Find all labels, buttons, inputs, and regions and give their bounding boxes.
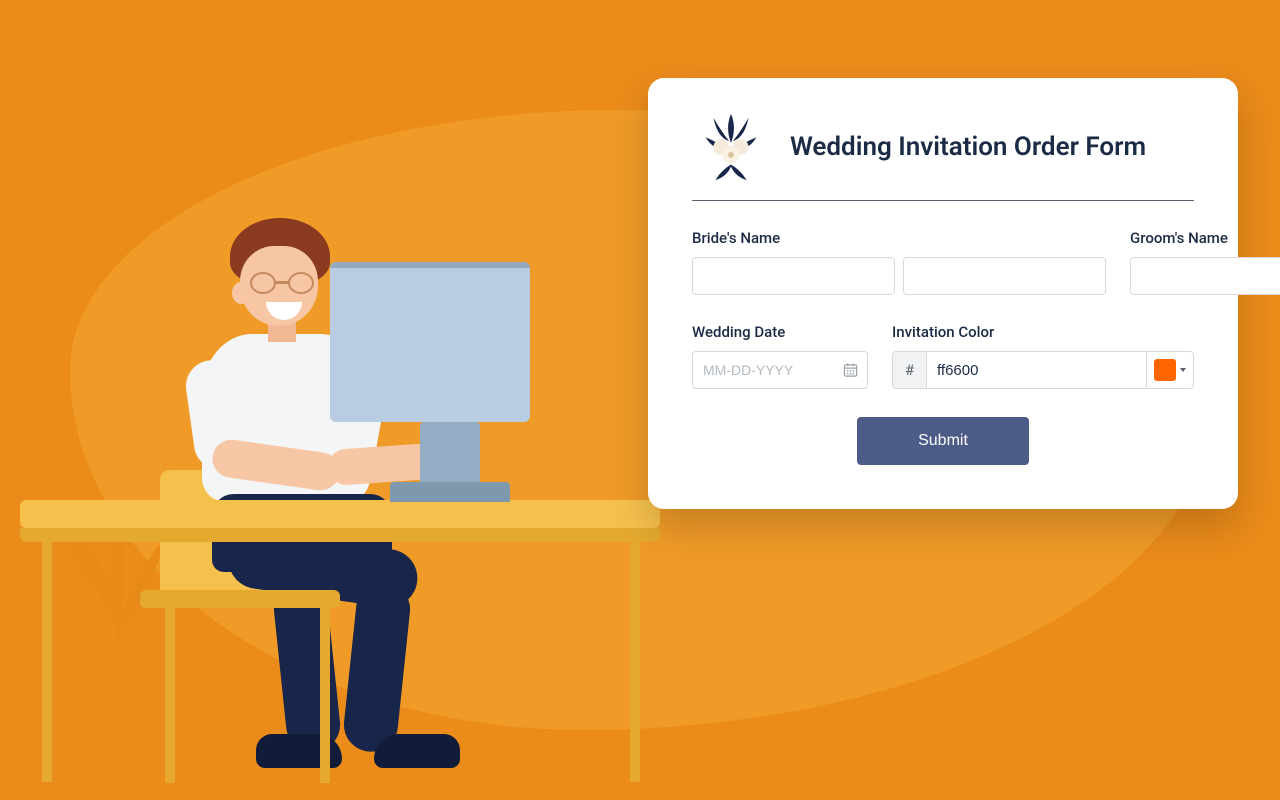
groom-name-label: Groom's Name	[1130, 229, 1280, 247]
bride-name-label: Bride's Name	[692, 229, 1106, 247]
color-picker-button[interactable]	[1146, 351, 1194, 389]
floral-icon	[692, 108, 770, 186]
color-swatch	[1154, 359, 1176, 381]
bride-last-name-input[interactable]	[903, 257, 1106, 295]
invitation-color-label: Invitation Color	[892, 323, 1194, 341]
illustration-person-at-desk	[20, 220, 660, 780]
order-form-card: Wedding Invitation Order Form Bride's Na…	[648, 78, 1238, 509]
wedding-date-label: Wedding Date	[692, 323, 868, 341]
calendar-icon	[843, 363, 858, 378]
monitor-icon	[330, 262, 530, 422]
bride-first-name-input[interactable]	[692, 257, 895, 295]
chevron-down-icon	[1180, 368, 1186, 372]
form-title: Wedding Invitation Order Form	[790, 132, 1146, 162]
submit-button[interactable]: Submit	[857, 417, 1029, 465]
groom-first-name-input[interactable]	[1130, 257, 1280, 295]
wedding-date-input[interactable]	[692, 351, 868, 389]
divider	[692, 200, 1194, 201]
invitation-color-input[interactable]	[926, 351, 1146, 389]
color-hash-prefix: #	[892, 351, 926, 389]
